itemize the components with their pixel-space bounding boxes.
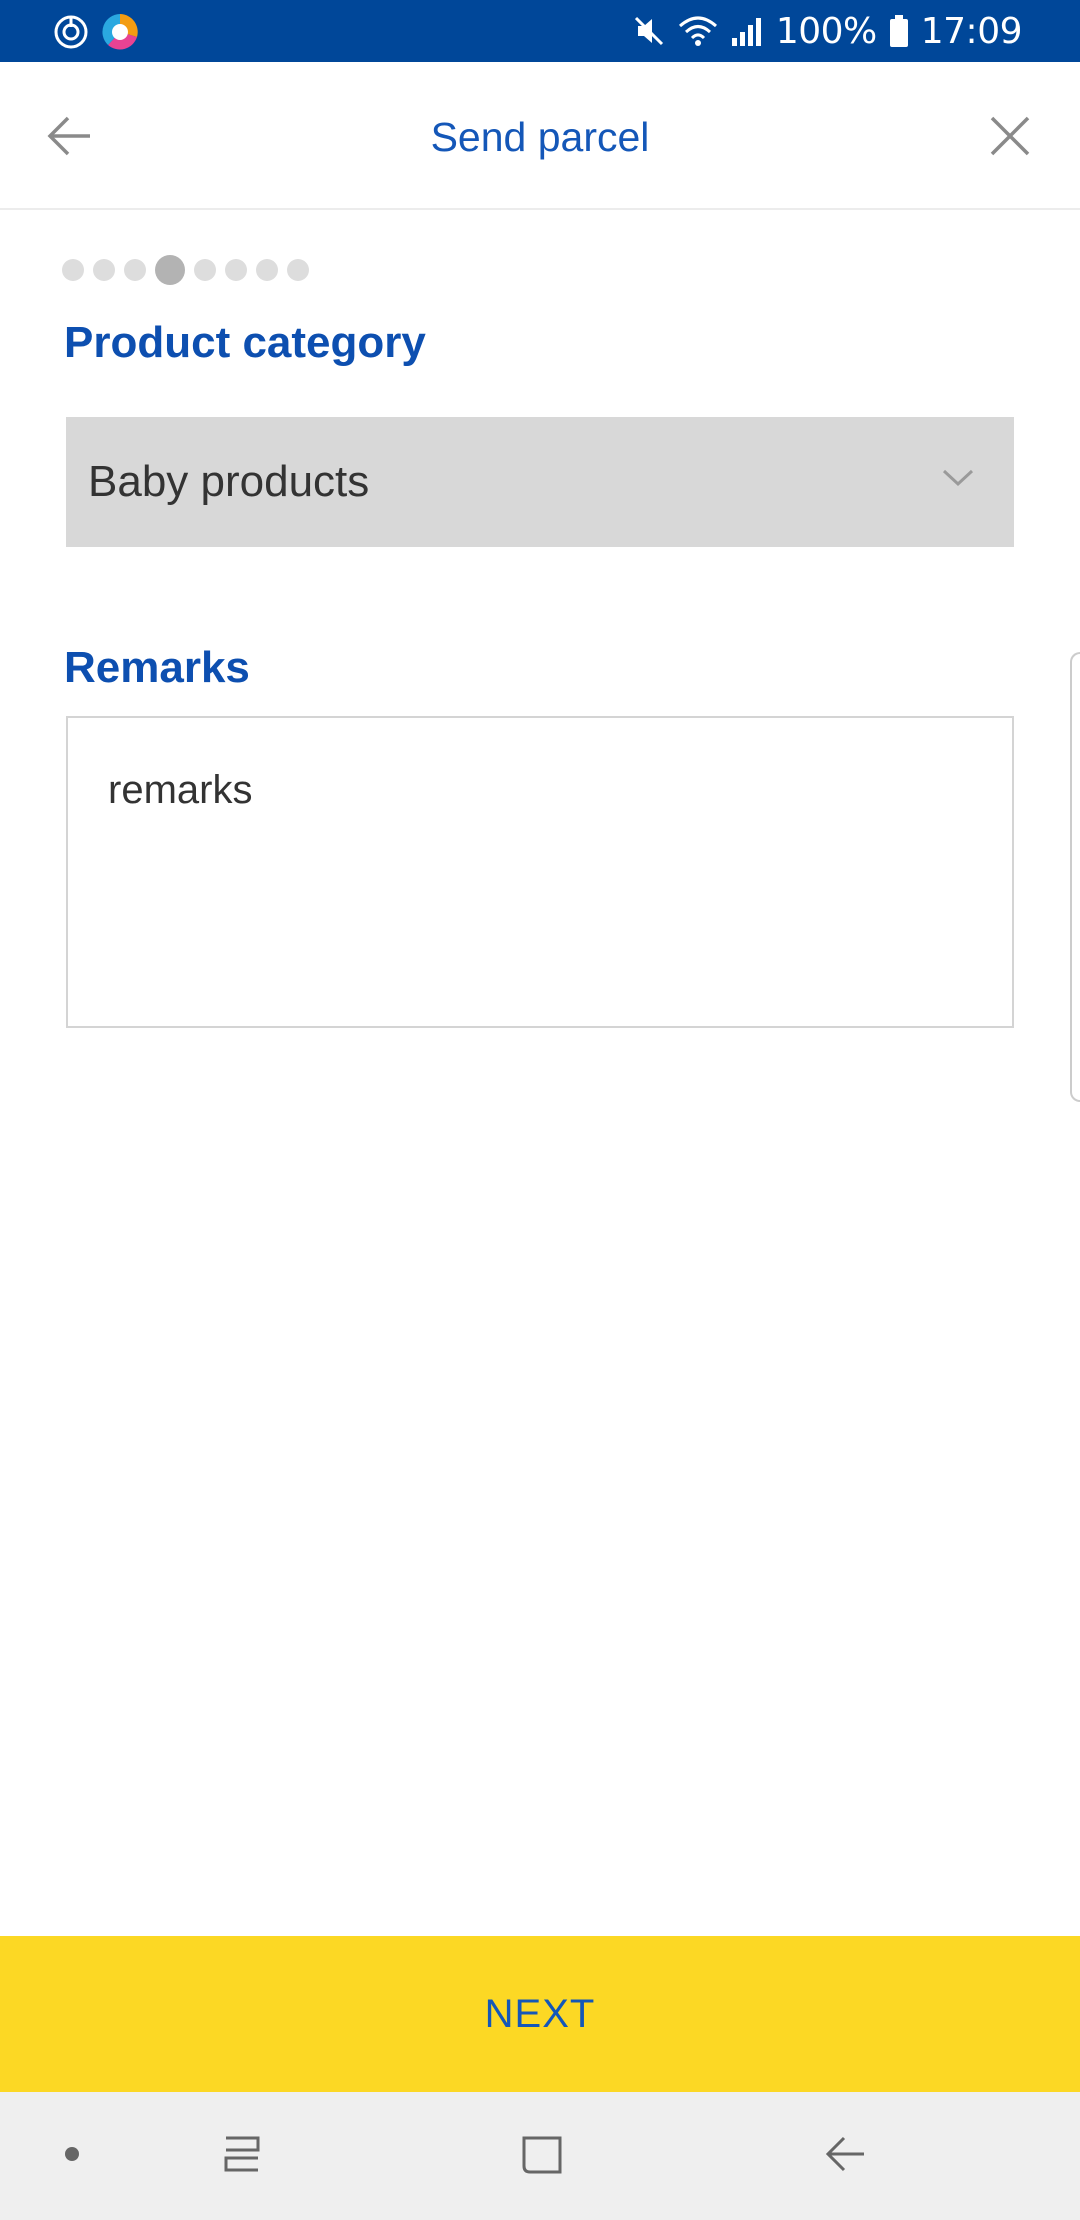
arrow-left-icon bbox=[46, 112, 94, 165]
nav-dot-button[interactable] bbox=[40, 2124, 104, 2188]
home-button[interactable] bbox=[510, 2124, 574, 2188]
step-dot bbox=[256, 259, 278, 281]
status-right-icons: 100% 17:09 bbox=[632, 8, 1023, 54]
step-dot bbox=[194, 259, 216, 281]
app-bar: Send parcel bbox=[0, 62, 1080, 210]
step-dot bbox=[62, 259, 84, 281]
back-icon bbox=[822, 2130, 870, 2183]
battery-icon bbox=[889, 14, 909, 48]
sync-icon bbox=[52, 13, 90, 56]
status-left-icons bbox=[52, 12, 140, 57]
step-dot bbox=[225, 259, 247, 281]
remarks-field[interactable]: remarks bbox=[66, 716, 1014, 1028]
system-back-button[interactable] bbox=[814, 2124, 878, 2188]
next-button-label: NEXT bbox=[484, 1991, 596, 2036]
dropdown-selected-value: Baby products bbox=[88, 457, 370, 506]
recent-apps-button[interactable] bbox=[210, 2124, 274, 2188]
remarks-placeholder: remarks bbox=[108, 768, 253, 812]
home-icon bbox=[518, 2130, 566, 2183]
dot-icon bbox=[64, 2146, 80, 2167]
edge-panel-handle[interactable] bbox=[1070, 652, 1080, 1102]
product-category-label: Product category bbox=[64, 318, 426, 367]
mute-icon bbox=[632, 14, 666, 48]
back-button[interactable] bbox=[34, 102, 106, 174]
step-dot bbox=[287, 259, 309, 281]
close-button[interactable] bbox=[974, 102, 1046, 174]
browser-icon bbox=[100, 12, 140, 57]
step-dot bbox=[93, 259, 115, 281]
step-dot bbox=[124, 259, 146, 281]
navigation-bar bbox=[0, 2092, 1080, 2220]
next-button[interactable]: NEXT bbox=[0, 1936, 1080, 2092]
signal-icon bbox=[730, 14, 764, 48]
page-title: Send parcel bbox=[430, 114, 650, 160]
battery-percent: 100% bbox=[775, 10, 877, 52]
status-bar: 100% 17:09 bbox=[0, 0, 1080, 62]
step-dot-active bbox=[155, 255, 185, 285]
chevron-down-icon bbox=[940, 465, 976, 494]
remarks-label: Remarks bbox=[64, 643, 250, 692]
recent-apps-icon bbox=[218, 2130, 266, 2183]
wifi-icon bbox=[678, 14, 718, 48]
product-category-dropdown[interactable]: Baby products bbox=[66, 417, 1014, 547]
step-indicator bbox=[62, 254, 309, 286]
close-icon bbox=[988, 114, 1032, 163]
clock: 17:09 bbox=[920, 10, 1023, 52]
